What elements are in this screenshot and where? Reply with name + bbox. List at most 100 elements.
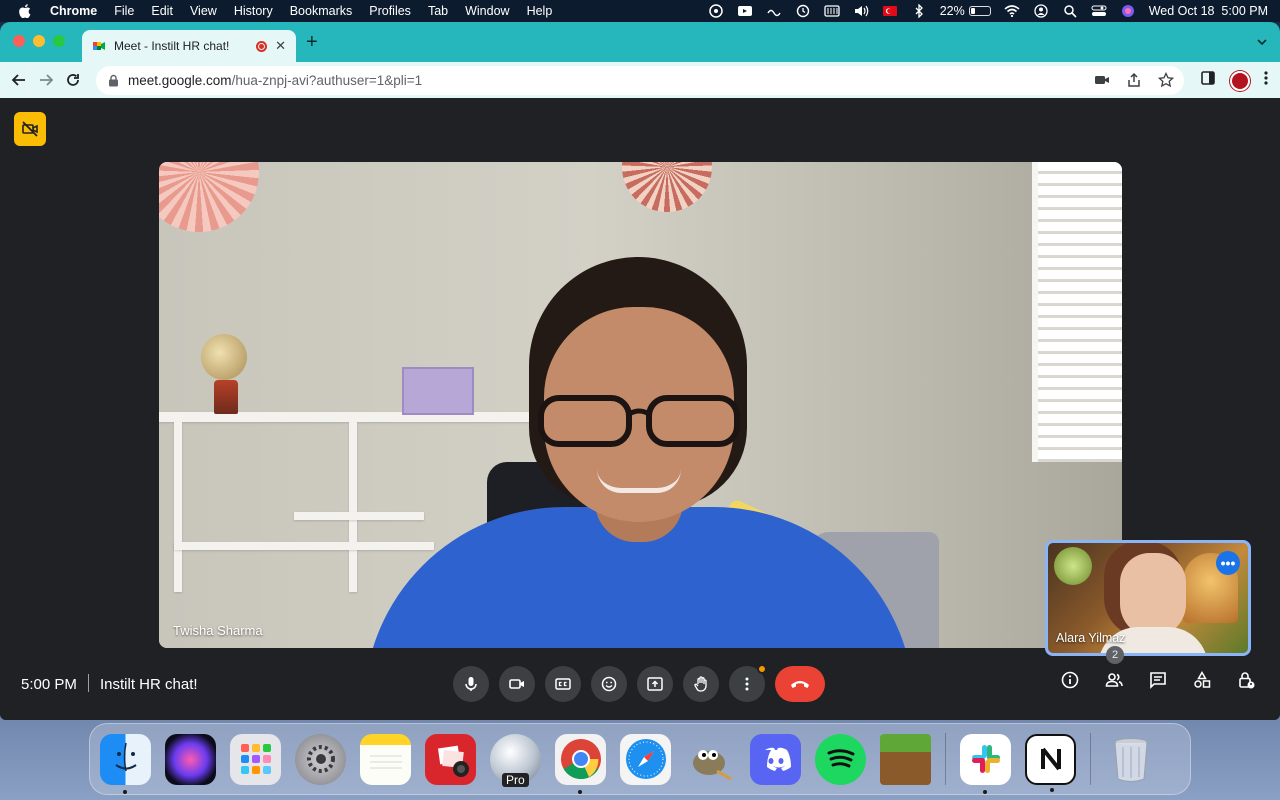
tab-search-chevron-icon[interactable] [1256, 36, 1268, 48]
meeting-divider [88, 674, 89, 692]
earth-pro-badge: Pro [502, 772, 529, 787]
menu-tab[interactable]: Tab [428, 4, 448, 18]
bookmark-star-icon[interactable] [1158, 72, 1174, 88]
meet-content: Twisha Sharma ••• Alara Yilmaz 5:00 PM I… [0, 98, 1280, 720]
microphone-button[interactable] [453, 666, 489, 702]
camera-permission-icon[interactable] [1094, 72, 1110, 88]
notion-icon[interactable] [1025, 733, 1076, 792]
side-panel-icon[interactable] [1200, 70, 1216, 91]
camera-off-indicator[interactable] [14, 112, 46, 146]
window-maximize-button[interactable] [53, 35, 65, 47]
people-button[interactable]: 2 [1102, 646, 1126, 692]
end-call-icon [791, 681, 809, 688]
microphone-icon [465, 677, 477, 691]
camera-off-icon [22, 121, 38, 137]
finder-icon[interactable] [100, 733, 151, 794]
back-arrow-icon[interactable] [11, 72, 27, 88]
recording-indicator-icon [256, 40, 268, 52]
dock: Pro [89, 723, 1191, 795]
url-path: /hua-znpj-avi?authuser=1&pli=1 [231, 73, 423, 88]
spotlight-search-icon[interactable] [1062, 4, 1078, 18]
host-lock-icon [1239, 672, 1255, 689]
apple-menu-icon[interactable] [18, 4, 32, 18]
slack-icon[interactable] [960, 733, 1011, 794]
gimp-icon[interactable] [685, 734, 736, 785]
self-view-tile[interactable]: ••• Alara Yilmaz [1045, 540, 1251, 656]
share-icon[interactable] [1126, 72, 1142, 88]
browser-window: Meet - Instilt HR chat! ✕ + meet.google.… [0, 22, 1280, 720]
system-settings-icon[interactable] [295, 733, 346, 785]
menu-profiles[interactable]: Profiles [369, 4, 411, 18]
chat-button[interactable] [1146, 668, 1170, 692]
tab-title: Meet - Instilt HR chat! [114, 39, 230, 53]
activities-shapes-icon [1194, 671, 1211, 688]
raise-hand-icon [694, 676, 707, 692]
turkey-flag-icon[interactable] [882, 4, 898, 18]
user-account-icon[interactable] [1033, 4, 1049, 18]
control-center-icon[interactable] [1091, 4, 1107, 18]
self-view-more-options-button[interactable]: ••• [1216, 551, 1240, 575]
chrome-menu-icon[interactable] [1264, 70, 1268, 91]
more-options-button[interactable] [729, 664, 767, 702]
battery-icon [968, 6, 991, 16]
safari-icon[interactable] [620, 733, 671, 785]
bluetooth-icon[interactable] [911, 4, 927, 18]
menu-view[interactable]: View [190, 4, 217, 18]
browser-toolbar: meet.google.com/hua-znpj-avi?authuser=1&… [0, 62, 1280, 98]
google-earth-pro-icon[interactable]: Pro [490, 733, 541, 787]
menu-help[interactable]: Help [527, 4, 553, 18]
input-method-icon[interactable] [766, 4, 782, 18]
people-icon [1105, 673, 1123, 687]
siri-status-icon[interactable] [1120, 4, 1136, 18]
battery-indicator[interactable]: 22% [940, 4, 991, 18]
tab-meet[interactable]: Meet - Instilt HR chat! ✕ [82, 30, 296, 62]
meeting-details-button[interactable] [1058, 668, 1082, 692]
menu-bar: Chrome File Edit View History Bookmarks … [0, 0, 1280, 22]
time-machine-icon[interactable] [795, 4, 811, 18]
menu-edit[interactable]: Edit [151, 4, 173, 18]
menu-bookmarks[interactable]: Bookmarks [290, 4, 353, 18]
camera-button[interactable] [499, 666, 535, 702]
meeting-title: Instilt HR chat! [100, 676, 198, 693]
menu-window[interactable]: Window [465, 4, 509, 18]
present-screen-button[interactable] [637, 666, 673, 702]
dock-separator [945, 733, 946, 785]
memory-icon[interactable] [824, 4, 840, 18]
siri-icon[interactable] [165, 733, 216, 785]
end-call-button[interactable] [775, 666, 825, 702]
forward-arrow-icon[interactable] [38, 72, 54, 88]
screen-mirror-icon[interactable] [708, 4, 724, 18]
launchpad-icon[interactable] [230, 733, 281, 785]
window-minimize-button[interactable] [33, 35, 45, 47]
profile-avatar[interactable] [1230, 70, 1250, 91]
main-participant-video[interactable]: Twisha Sharma [159, 162, 1122, 648]
raise-hand-button[interactable] [683, 666, 719, 702]
glasses [538, 395, 740, 447]
trash-icon[interactable] [1105, 734, 1156, 785]
notes-icon[interactable] [360, 733, 411, 785]
reload-icon[interactable] [65, 72, 81, 88]
reactions-button[interactable] [591, 666, 627, 702]
captions-button[interactable] [545, 666, 581, 702]
new-tab-icon[interactable]: + [306, 32, 318, 52]
camera-icon [509, 679, 524, 689]
volume-icon[interactable] [853, 4, 869, 18]
activities-button[interactable] [1190, 668, 1214, 692]
chrome-icon[interactable] [555, 733, 606, 794]
photo-booth-icon[interactable] [425, 733, 476, 785]
discord-icon[interactable] [750, 733, 801, 785]
host-controls-button[interactable] [1234, 668, 1258, 692]
wifi-icon[interactable] [1004, 4, 1020, 18]
menu-file[interactable]: File [114, 4, 134, 18]
tab-close-icon[interactable]: ✕ [275, 38, 286, 54]
window-close-button[interactable] [13, 35, 25, 47]
menu-history[interactable]: History [234, 4, 273, 18]
more-vertical-icon [745, 677, 749, 691]
spotify-icon[interactable] [815, 733, 866, 785]
menu-clock[interactable]: Wed Oct 18 5:00 PM [1149, 4, 1268, 18]
minecraft-icon[interactable] [880, 733, 931, 785]
menu-app-name[interactable]: Chrome [50, 4, 97, 18]
video-menu-icon[interactable] [737, 4, 753, 18]
lock-icon[interactable] [108, 74, 119, 87]
address-bar[interactable]: meet.google.com/hua-znpj-avi?authuser=1&… [96, 66, 1184, 95]
